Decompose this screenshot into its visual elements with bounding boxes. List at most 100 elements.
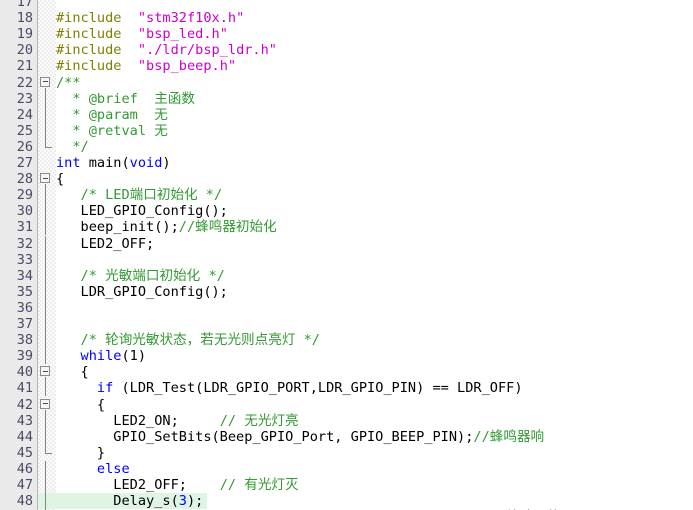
code-token-plain: {	[56, 396, 106, 413]
code-text[interactable]: * @brief 主函数	[56, 91, 199, 107]
fold-marker-cell	[38, 219, 56, 236]
code-token-kw: int	[56, 155, 81, 171]
code-line[interactable]: 25 * @retval 无	[0, 122, 693, 139]
code-token-plain: }	[56, 444, 106, 461]
fold-marker-cell[interactable]	[38, 75, 56, 92]
code-line[interactable]: 40 {	[0, 364, 693, 382]
code-text[interactable]: */	[56, 139, 93, 155]
code-text[interactable]: * @retval 无	[56, 123, 172, 139]
code-text[interactable]: /**	[56, 75, 85, 91]
line-number: 34	[0, 267, 35, 284]
code-line[interactable]: 44 GPIO_SetBits(Beep_GPIO_Port, GPIO_BEE…	[0, 428, 693, 445]
code-line[interactable]: 27 int main(void)	[0, 155, 693, 172]
code-token-plain: {	[56, 171, 65, 188]
line-number: 37	[0, 316, 35, 333]
code-text[interactable]: Delay_s(3);	[56, 493, 208, 510]
code-text[interactable]: LDR_GPIO_Config();	[56, 284, 232, 300]
code-line[interactable]: 36	[0, 299, 693, 316]
code-text[interactable]	[56, 252, 60, 268]
fold-marker-cell	[38, 267, 56, 284]
code-line[interactable]: 46 else	[0, 460, 693, 477]
code-line[interactable]: 20 #include "./ldr/bsp_ldr.h"	[0, 42, 693, 59]
code-line[interactable]: 30 LED_GPIO_Config();	[0, 203, 693, 220]
code-text[interactable]	[56, 0, 60, 10]
code-line[interactable]: 48 Delay_s(3);	[0, 493, 693, 510]
code-line[interactable]: 22 /**	[0, 74, 693, 92]
fold-marker-cell	[38, 106, 56, 123]
code-text[interactable]: {	[56, 397, 109, 413]
code-line[interactable]: 26 */	[0, 138, 693, 155]
code-line[interactable]: 42 {	[0, 396, 693, 414]
code-text[interactable]: {	[56, 171, 68, 187]
code-line[interactable]: 24 * @param 无	[0, 106, 693, 123]
code-token-plain: LED_GPIO_Config();	[56, 203, 228, 220]
code-text[interactable]: /* 轮询光敏状态，若无光则点亮灯 */	[56, 332, 324, 348]
fold-marker-cell	[38, 348, 56, 365]
code-line[interactable]: 43 LED2_ON; // 无光灯亮	[0, 412, 693, 429]
code-line[interactable]: 19 #include "bsp_led.h"	[0, 26, 693, 43]
code-line[interactable]: 29 /* LED端口初始化 */	[0, 187, 693, 204]
code-line[interactable]: 47 LED2_OFF; // 有光灯灭	[0, 477, 693, 494]
code-text[interactable]: else	[56, 461, 134, 477]
code-text[interactable]: LED2_OFF; // 有光灯灭	[56, 477, 303, 493]
code-text[interactable]	[56, 300, 60, 316]
code-text[interactable]	[56, 316, 60, 332]
code-token-cmt: * @retval 无	[56, 122, 168, 139]
code-text[interactable]: #include "bsp_beep.h"	[56, 58, 240, 74]
fold-marker-cell[interactable]	[38, 397, 56, 414]
code-text[interactable]: /* 光敏端口初始化 */	[56, 268, 229, 284]
code-token-str: "stm32f10x.h"	[137, 10, 245, 27]
code-token-cmt: // 有光灯灭	[219, 477, 299, 493]
code-line[interactable]: 31 beep_init();//蜂鸣器初始化	[0, 219, 693, 236]
code-token-plain: {	[56, 364, 89, 381]
fold-line-icon	[45, 380, 46, 397]
code-line[interactable]: 39 while(1)	[0, 348, 693, 365]
code-text[interactable]: {	[56, 364, 93, 380]
code-text[interactable]: #include "./ldr/bsp_ldr.h"	[56, 42, 281, 58]
line-number: 17	[0, 0, 35, 11]
code-text[interactable]: }	[56, 445, 109, 461]
line-number: 36	[0, 299, 35, 316]
fold-marker-cell[interactable]	[38, 171, 56, 189]
code-text[interactable]: #include "bsp_led.h"	[56, 26, 232, 42]
code-line[interactable]: 45 }	[0, 444, 693, 461]
code-line[interactable]: 21 #include "bsp_beep.h"	[0, 58, 693, 75]
code-line[interactable]: 41 if (LDR_Test(LDR_GPIO_PORT,LDR_GPIO_P…	[0, 380, 693, 397]
fold-collapse-icon[interactable]	[40, 173, 50, 184]
code-line[interactable]: 37	[0, 316, 693, 333]
code-line[interactable]: 35 LDR_GPIO_Config();	[0, 283, 693, 300]
fold-collapse-icon[interactable]	[40, 76, 50, 87]
fold-marker-cell[interactable]	[38, 364, 56, 382]
fold-marker-cell	[38, 412, 56, 429]
code-text[interactable]: beep_init();//蜂鸣器初始化	[56, 219, 281, 235]
code-text[interactable]: if (LDR_Test(LDR_GPIO_PORT,LDR_GPIO_PIN)…	[56, 380, 527, 396]
code-line[interactable]: 32 LED2_OFF;	[0, 235, 693, 252]
code-text[interactable]: GPIO_SetBits(Beep_GPIO_Port, GPIO_BEEP_P…	[56, 429, 548, 445]
line-number: 48	[0, 493, 35, 510]
code-line[interactable]: 17	[0, 0, 693, 11]
code-text[interactable]: LED2_ON; // 无光灯亮	[56, 413, 303, 429]
code-text[interactable]: LED2_OFF;	[56, 236, 158, 252]
code-line[interactable]: 28 {	[0, 171, 693, 189]
code-text[interactable]: LED_GPIO_Config();	[56, 203, 232, 219]
code-text[interactable]: * @param 无	[56, 107, 172, 123]
code-text[interactable]: int main(void)	[56, 155, 175, 171]
line-number: 27	[0, 155, 35, 172]
code-editor[interactable]: 17 18 #include "stm32f10x.h" 19 #include "bs…	[0, 0, 693, 510]
code-token-kw: while	[56, 348, 122, 365]
fold-marker-cell	[38, 90, 56, 107]
code-line[interactable]: 18 #include "stm32f10x.h"	[0, 10, 693, 27]
fold-collapse-icon[interactable]	[40, 366, 50, 377]
code-line[interactable]: 38 /* 轮询光敏状态，若无光则点亮灯 */	[0, 332, 693, 349]
fold-line-icon	[45, 251, 46, 268]
code-token-cmt: */	[56, 138, 89, 155]
code-text[interactable]: /* LED端口初始化 */	[56, 187, 226, 203]
fold-collapse-icon[interactable]	[40, 398, 50, 409]
code-line[interactable]: 34 /* 光敏端口初始化 */	[0, 267, 693, 284]
code-text[interactable]: #include "stm32f10x.h"	[56, 10, 248, 26]
code-line[interactable]: 33	[0, 251, 693, 268]
fold-line-icon	[45, 219, 46, 236]
code-text[interactable]: while(1)	[56, 348, 150, 364]
code-token-cmt: /**	[56, 74, 81, 91]
code-line[interactable]: 23 * @brief 主函数	[0, 90, 693, 107]
